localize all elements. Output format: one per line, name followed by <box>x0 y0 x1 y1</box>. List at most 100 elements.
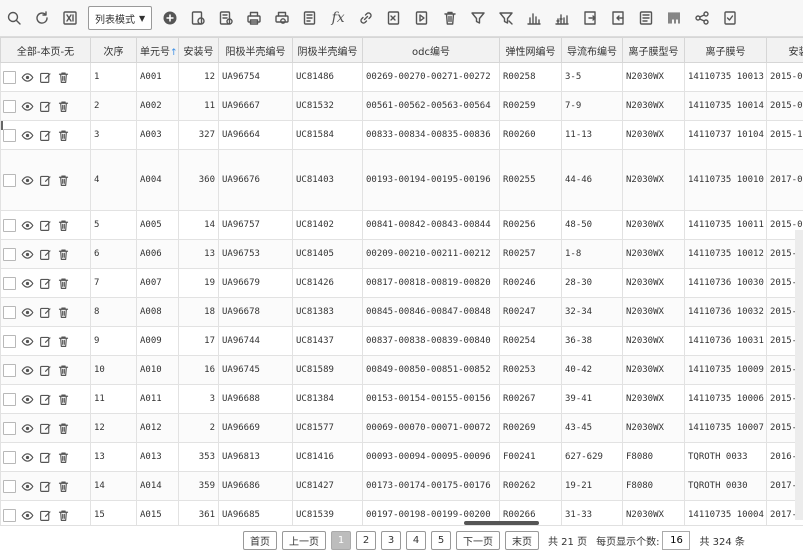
table-row[interactable]: 13 A013 353 UA96813 UC81416 00093-00094-… <box>1 443 803 472</box>
trash-icon[interactable] <box>57 335 70 348</box>
filter-icon[interactable] <box>464 4 492 32</box>
report-icon[interactable] <box>632 4 660 32</box>
link-icon[interactable] <box>352 4 380 32</box>
eye-icon[interactable] <box>21 129 34 142</box>
per-page-input[interactable] <box>662 531 690 550</box>
first-page-button[interactable]: 首页 <box>243 531 277 550</box>
eye-icon[interactable] <box>21 364 34 377</box>
header-membrane-no[interactable]: 离子膜号 <box>685 38 767 63</box>
edit-icon[interactable] <box>39 364 52 377</box>
print-preview-icon[interactable] <box>268 4 296 32</box>
trash-icon[interactable] <box>57 219 70 232</box>
trash-icon[interactable] <box>57 451 70 464</box>
eye-icon[interactable] <box>21 71 34 84</box>
edit-icon[interactable] <box>39 306 52 319</box>
trash-icon[interactable] <box>57 174 70 187</box>
search-icon[interactable] <box>0 4 28 32</box>
row-checkbox[interactable] <box>3 100 16 113</box>
trash-icon[interactable] <box>57 100 70 113</box>
edit-icon[interactable] <box>39 480 52 493</box>
fx-icon[interactable]: fx <box>324 4 352 32</box>
trash-icon[interactable] <box>57 509 70 522</box>
refresh-icon[interactable] <box>28 4 56 32</box>
row-checkbox[interactable] <box>3 306 16 319</box>
eye-icon[interactable] <box>21 306 34 319</box>
import-icon[interactable] <box>408 4 436 32</box>
eye-icon[interactable] <box>21 248 34 261</box>
table-row[interactable]: 8 A008 18 UA96678 UC81383 00845-00846-00… <box>1 298 803 327</box>
row-checkbox[interactable] <box>3 422 16 435</box>
header-seq[interactable]: 次序 <box>91 38 137 63</box>
edit-icon[interactable] <box>39 277 52 290</box>
trash-icon[interactable] <box>57 306 70 319</box>
check-doc-icon[interactable] <box>716 4 744 32</box>
row-checkbox[interactable] <box>3 129 16 142</box>
edit-icon[interactable] <box>39 393 52 406</box>
edit-icon[interactable] <box>39 509 52 522</box>
share-icon[interactable] <box>688 4 716 32</box>
clear-filter-icon[interactable] <box>492 4 520 32</box>
table-row[interactable]: 5 A005 14 UA96757 UC81402 00841-00842-00… <box>1 211 803 240</box>
edit-icon[interactable] <box>39 219 52 232</box>
header-cathode[interactable]: 阴极半壳编号 <box>293 38 363 63</box>
edit-doc-icon[interactable] <box>184 4 212 32</box>
table-row[interactable]: 4 A004 360 UA96676 UC81403 00193-00194-0… <box>1 150 803 211</box>
trash-icon[interactable] <box>57 248 70 261</box>
trash-icon[interactable] <box>57 71 70 84</box>
edit-icon[interactable] <box>39 100 52 113</box>
add-icon[interactable] <box>156 4 184 32</box>
export-icon[interactable] <box>380 4 408 32</box>
table-row[interactable]: 1 A001 12 UA96754 UC81486 00269-00270-00… <box>1 63 803 92</box>
row-checkbox[interactable] <box>3 451 16 464</box>
header-anode[interactable]: 阳极半壳编号 <box>219 38 293 63</box>
page-1-button[interactable]: 1 <box>331 531 351 550</box>
table-row[interactable]: 15 A015 361 UA96685 UC81539 00197-00198-… <box>1 501 803 526</box>
table-row[interactable]: 12 A012 2 UA96669 UC81577 00069-00070-00… <box>1 414 803 443</box>
doc-settings-icon[interactable] <box>296 4 324 32</box>
row-checkbox[interactable] <box>3 71 16 84</box>
stacked-chart-icon[interactable] <box>548 4 576 32</box>
edit-icon[interactable] <box>39 71 52 84</box>
trash-icon[interactable] <box>57 129 70 142</box>
delete-icon[interactable] <box>436 4 464 32</box>
prev-page-button[interactable]: 上一页 <box>282 531 326 550</box>
eye-icon[interactable] <box>21 480 34 493</box>
page-4-button[interactable]: 4 <box>406 531 426 550</box>
header-qty[interactable]: 安装号 <box>179 38 219 63</box>
sort-asc-icon[interactable]: ↑ <box>170 48 178 58</box>
vertical-scrollbar[interactable] <box>795 230 803 520</box>
print-icon[interactable] <box>240 4 268 32</box>
row-checkbox[interactable] <box>3 248 16 261</box>
header-flow[interactable]: 导流布编号 <box>562 38 623 63</box>
edit-icon[interactable] <box>39 129 52 142</box>
page-5-button[interactable]: 5 <box>431 531 451 550</box>
page-2-button[interactable]: 2 <box>356 531 376 550</box>
bar-chart-icon[interactable] <box>520 4 548 32</box>
trash-icon[interactable] <box>57 422 70 435</box>
eye-icon[interactable] <box>21 509 34 522</box>
barcode-icon[interactable] <box>660 4 688 32</box>
row-checkbox[interactable] <box>3 364 16 377</box>
eye-icon[interactable] <box>21 277 34 290</box>
header-elastic[interactable]: 弹性网编号 <box>500 38 562 63</box>
view-mode-select[interactable]: 列表模式▼ <box>88 6 152 30</box>
edit-icon[interactable] <box>39 248 52 261</box>
table-row[interactable]: 6 A006 13 UA96753 UC81405 00209-00210-00… <box>1 240 803 269</box>
table-row[interactable]: 2 A002 11 UA96667 UC81532 00561-00562-00… <box>1 92 803 121</box>
table-row[interactable]: 11 A011 3 UA96688 UC81384 00153-00154-00… <box>1 385 803 414</box>
header-odc[interactable]: odc编号 <box>363 38 500 63</box>
eye-icon[interactable] <box>21 393 34 406</box>
export-file-icon[interactable] <box>576 4 604 32</box>
next-page-button[interactable]: 下一页 <box>456 531 500 550</box>
import-file-icon[interactable] <box>604 4 632 32</box>
header-select-all[interactable]: 全部-本页-无 <box>1 38 91 63</box>
table-row[interactable]: 9 A009 17 UA96744 UC81437 00837-00838-00… <box>1 327 803 356</box>
table-row[interactable]: 14 A014 359 UA96686 UC81427 00173-00174-… <box>1 472 803 501</box>
header-install[interactable]: 安装 <box>767 38 803 63</box>
row-checkbox[interactable] <box>3 174 16 187</box>
edit-icon[interactable] <box>39 335 52 348</box>
table-row[interactable]: 3 A003 327 UA96664 UC81584 00833-00834-0… <box>1 121 803 150</box>
table-row[interactable]: 7 A007 19 UA96679 UC81426 00817-00818-00… <box>1 269 803 298</box>
eye-icon[interactable] <box>21 219 34 232</box>
eye-icon[interactable] <box>21 100 34 113</box>
